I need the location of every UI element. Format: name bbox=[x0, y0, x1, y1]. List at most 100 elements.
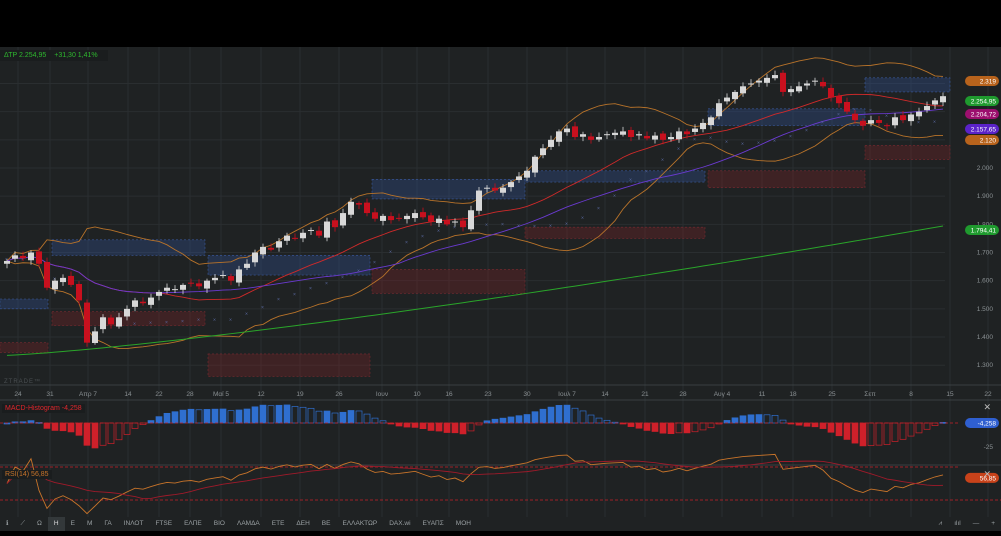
candle bbox=[692, 128, 698, 132]
macd-bar bbox=[763, 414, 771, 424]
macd-bar bbox=[363, 413, 371, 424]
zoom-out-icon[interactable]: — bbox=[967, 517, 986, 531]
sar-dot: × bbox=[389, 249, 392, 255]
toolbar-item[interactable]: ΛΑΜΔΑ bbox=[231, 517, 266, 531]
toolbar-item[interactable]: Ε bbox=[65, 517, 81, 531]
toolbar-item[interactable]: ΔΕΗ bbox=[290, 517, 315, 531]
macd-bar bbox=[571, 407, 579, 424]
sar-dot: × bbox=[693, 137, 696, 143]
macd-tick: -25 bbox=[984, 444, 994, 451]
macd-close-icon[interactable]: ✕ bbox=[983, 402, 991, 413]
toolbar-item[interactable]: ΒΕ bbox=[316, 517, 337, 531]
macd-bar bbox=[755, 414, 763, 424]
macd-bar bbox=[459, 422, 467, 435]
macd-bar bbox=[515, 415, 523, 424]
macd-bar bbox=[835, 422, 843, 437]
candle bbox=[308, 229, 314, 231]
sar-dot: × bbox=[757, 140, 760, 146]
toolbar-item[interactable]: Ω bbox=[31, 517, 48, 531]
x-tick-label: 22 bbox=[984, 391, 992, 398]
sar-dot: × bbox=[501, 222, 504, 228]
sar-dot: × bbox=[677, 146, 680, 152]
candle bbox=[908, 114, 914, 122]
sar-dot: × bbox=[741, 141, 744, 147]
toolbar-item[interactable]: Μ bbox=[81, 517, 98, 531]
candle bbox=[508, 182, 514, 188]
price-label: 2.120 bbox=[980, 138, 997, 145]
toolbar-item[interactable]: ΕΥΑΠΣ bbox=[417, 517, 450, 531]
chart-type-icon[interactable]: ⩘ bbox=[933, 517, 949, 531]
macd-bar bbox=[627, 422, 635, 427]
sar-dot: × bbox=[869, 108, 872, 114]
toolbar-item[interactable]: ΕΛΠΕ bbox=[178, 517, 208, 531]
sar-dot: × bbox=[485, 223, 488, 229]
info-icon[interactable]: ℹ bbox=[0, 517, 14, 531]
candle bbox=[876, 119, 882, 123]
toolbar-item[interactable]: ΕΤΕ bbox=[266, 517, 291, 531]
candle bbox=[796, 86, 802, 92]
chart-svg[interactable]: × × × × × × × × × × × × × × × × × × × × × × × × × × × × × × × × × × × × × × × ×… bbox=[0, 47, 1001, 531]
macd-bar bbox=[235, 409, 243, 424]
sar-dot: × bbox=[581, 216, 584, 222]
macd-bar bbox=[371, 417, 379, 424]
toolbar-item[interactable]: ΒΙΟ bbox=[208, 517, 231, 531]
toolbar-item[interactable]: Η bbox=[47, 517, 65, 531]
macd-bar bbox=[827, 422, 835, 433]
price-label: 2.157,65 bbox=[971, 127, 997, 134]
toolbar-item[interactable]: ΜΟΗ bbox=[450, 517, 477, 531]
macd-bar bbox=[563, 404, 571, 424]
macd-bar bbox=[843, 422, 851, 440]
supply-zone bbox=[864, 77, 951, 93]
macd-bar bbox=[283, 404, 291, 424]
candle bbox=[524, 170, 530, 178]
candle bbox=[348, 201, 354, 215]
macd-bar bbox=[531, 411, 539, 424]
sar-dot: × bbox=[421, 234, 424, 240]
candle bbox=[548, 139, 554, 147]
demand-zone bbox=[864, 145, 951, 160]
macd-bar bbox=[307, 407, 315, 424]
sar-dot: × bbox=[133, 321, 136, 327]
candle bbox=[844, 101, 850, 112]
x-tick-label: 31 bbox=[46, 391, 54, 398]
toolbar-item[interactable]: ΕΛΛΑΚΤΩΡ bbox=[336, 517, 383, 531]
x-tick-label: 25 bbox=[828, 391, 836, 398]
candle bbox=[540, 148, 546, 156]
sar-dot: × bbox=[725, 140, 728, 146]
candle bbox=[468, 210, 474, 230]
indicators-icon[interactable]: ılıl bbox=[948, 517, 967, 531]
candle bbox=[244, 263, 250, 268]
macd-bar bbox=[315, 410, 323, 424]
candle bbox=[436, 218, 442, 223]
macd-bar bbox=[51, 422, 59, 431]
macd-bar bbox=[883, 422, 891, 445]
price-label: 2.204,72 bbox=[971, 112, 997, 119]
chart-area[interactable]: × × × × × × × × × × × × × × × × × × × × × × × × × × × × × × × × × × × × × × × ×… bbox=[0, 47, 1001, 531]
draw-line-icon[interactable]: ⟋ bbox=[14, 517, 31, 531]
sar-dot: × bbox=[885, 114, 888, 120]
candle bbox=[356, 203, 362, 205]
candle bbox=[916, 111, 922, 117]
candle bbox=[932, 100, 938, 105]
zoom-in-icon[interactable]: + bbox=[985, 517, 1001, 531]
macd-bar bbox=[131, 422, 139, 429]
candle bbox=[772, 75, 778, 79]
x-tick-label: 14 bbox=[124, 391, 132, 398]
rsi-close-icon[interactable]: ✕ bbox=[983, 469, 991, 480]
macd-legend: MACD-Histogram -4,258 bbox=[2, 404, 85, 413]
sar-dot: × bbox=[453, 225, 456, 231]
macd-value: -4,258 bbox=[978, 421, 997, 428]
sar-dot: × bbox=[549, 224, 552, 230]
toolbar-item[interactable]: FTSE bbox=[149, 517, 178, 531]
toolbar-item[interactable]: ΓΑ bbox=[98, 517, 117, 531]
candle bbox=[636, 134, 642, 136]
candle bbox=[572, 126, 578, 138]
candle bbox=[332, 220, 338, 228]
candle bbox=[340, 213, 346, 226]
toolbar-item[interactable]: DAX.wi bbox=[383, 517, 416, 531]
y-tick-label: 1.600 bbox=[977, 278, 994, 285]
candle bbox=[428, 215, 434, 222]
candle bbox=[228, 276, 234, 281]
y-tick-label: 2.000 bbox=[977, 165, 994, 172]
toolbar-item[interactable]: ΙΝΛΟΤ bbox=[118, 517, 150, 531]
